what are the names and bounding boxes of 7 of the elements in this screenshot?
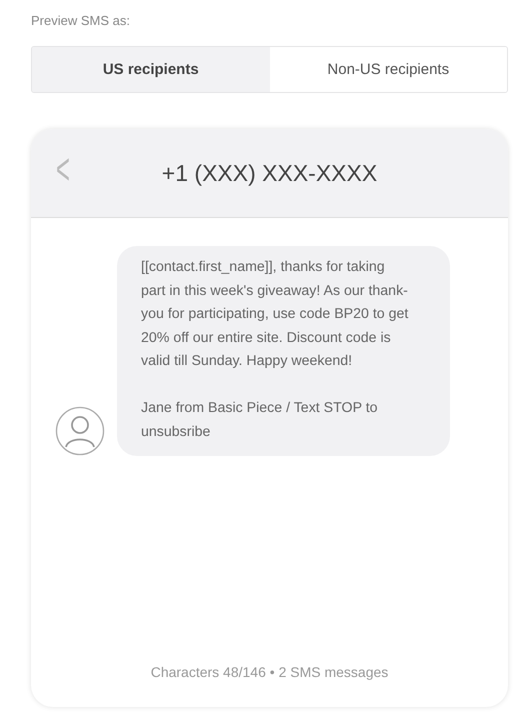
message-text: Jane from Basic Piece / Text STOP to unsubsribe bbox=[141, 399, 379, 442]
character-count: Characters 48/146 • 2 SMS messages bbox=[150, 664, 388, 680]
preview-label: Preview SMS as: bbox=[31, 13, 130, 28]
avatar-icon bbox=[55, 406, 105, 456]
phone-number: +1 (XXX) XXX-XXXX bbox=[162, 160, 378, 186]
message-text: [[contact.first_name]], thanks for taking part in this week's giveaway! As our thank-you for participating, use code BP20 to get 20% off our entire site. Discount code is valid till Sunday. Happy weekend! bbox=[141, 258, 410, 371]
recipient-tab[interactable]: US recipients bbox=[32, 47, 270, 92]
